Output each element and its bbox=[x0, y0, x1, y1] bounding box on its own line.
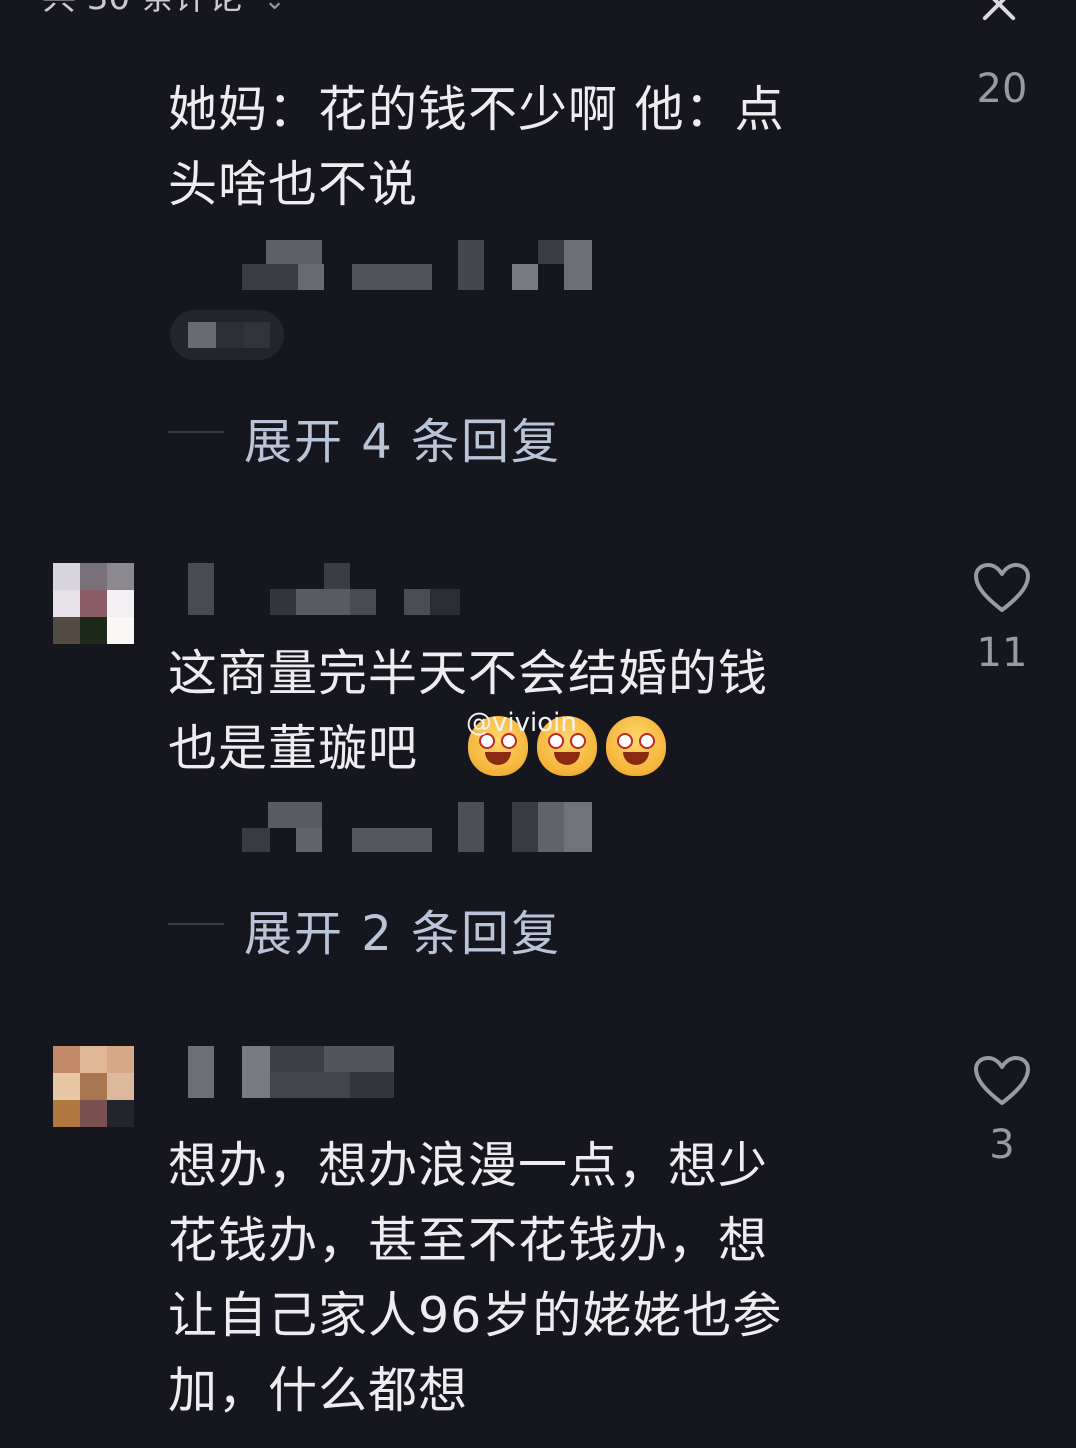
avatar[interactable] bbox=[53, 1046, 134, 1127]
like-count: 3 bbox=[989, 1122, 1015, 1168]
expand-replies-button[interactable]: 展开 4 条回复 bbox=[244, 402, 561, 472]
comment-line: 花钱办，甚至不花钱办，想 bbox=[168, 1212, 769, 1269]
like-count: 20 bbox=[976, 66, 1028, 112]
heart-icon[interactable] bbox=[973, 1055, 1031, 1107]
pixelated-comment-meta bbox=[242, 802, 594, 852]
expand-replies-button[interactable]: 展开 2 条回复 bbox=[244, 894, 561, 964]
watermark: @vivioin bbox=[466, 708, 577, 738]
avatar[interactable] bbox=[53, 563, 134, 644]
heart-icon[interactable] bbox=[973, 562, 1031, 614]
laughing-emoji-icon bbox=[606, 716, 666, 776]
expand-divider bbox=[168, 923, 224, 925]
comment-count-label: 共 30 条评论 bbox=[42, 0, 243, 18]
comment-line: 想办，想办浪漫一点，想少 bbox=[168, 1137, 769, 1194]
comment-text: 她妈：花的钱不少啊 他：点 头啥也不说 bbox=[168, 72, 928, 222]
pixelated-username[interactable] bbox=[188, 1046, 398, 1098]
comment-line: 头啥也不说 bbox=[168, 156, 419, 213]
comment-line: 这商量完半天不会结婚的钱 bbox=[168, 645, 769, 702]
comment-line: 让自己家人96岁的姥姥也参 bbox=[168, 1287, 783, 1344]
close-icon[interactable] bbox=[976, 0, 1020, 30]
pixelated-username[interactable] bbox=[188, 563, 460, 615]
comment-count-title[interactable]: 共 30 条评论 ⌄ bbox=[42, 0, 286, 21]
comment-line: 她妈：花的钱不少啊 他：点 bbox=[168, 81, 785, 138]
expand-divider bbox=[168, 431, 224, 433]
pixelated-comment-meta bbox=[242, 240, 594, 290]
pixelated-reply-chip[interactable] bbox=[170, 310, 284, 360]
chevron-down-icon: ⌄ bbox=[263, 0, 286, 16]
like-count: 11 bbox=[976, 630, 1028, 676]
comment-text: 想办，想办浪漫一点，想少 花钱办，甚至不花钱办，想 让自己家人96岁的姥姥也参 … bbox=[168, 1128, 928, 1428]
comment-line: 加，什么都想 bbox=[168, 1362, 469, 1419]
